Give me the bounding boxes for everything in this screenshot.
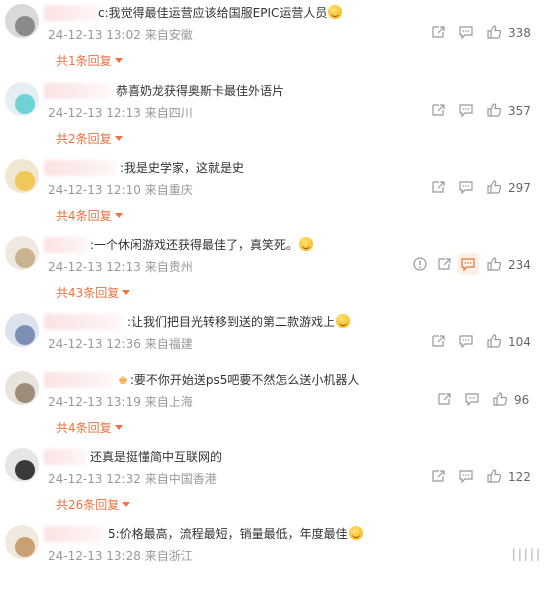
laugh-emoji-icon	[299, 237, 314, 251]
comment-text: c:我觉得最佳运营应该给国服EPIC运营人员	[98, 5, 343, 21]
comment-meta: 24-12-13 13:28 来自浙江	[48, 549, 193, 563]
replies-link[interactable]: 共2条回复	[56, 130, 123, 147]
replies-link[interactable]: 共4条回复	[56, 419, 123, 436]
like-count: 104	[508, 335, 531, 349]
like-icon[interactable]	[486, 102, 502, 118]
share-icon[interactable]	[430, 179, 446, 195]
comment-text: 5:价格最高，流程最短，销量最低，年度最佳	[108, 526, 363, 542]
avatar[interactable]	[5, 236, 39, 270]
comment-item: ♚:要不你开始送ps5吧要不然怎么送小机器人 24-12-13 13:19 来自…	[0, 367, 550, 444]
username-blurred[interactable]	[44, 314, 122, 330]
caret-down-icon	[114, 213, 123, 218]
comment-meta: 24-12-13 12:10 来自重庆	[48, 183, 193, 197]
caret-down-icon	[114, 58, 123, 63]
caret-down-icon	[114, 136, 123, 141]
like-count: 234	[508, 258, 531, 272]
share-icon[interactable]	[436, 391, 452, 407]
avatar[interactable]	[5, 159, 39, 193]
comment-actions: 234	[412, 253, 540, 276]
comment-icon[interactable]	[458, 333, 474, 349]
caret-down-icon	[122, 290, 131, 295]
avatar[interactable]	[5, 371, 39, 405]
comment-actions: 297	[430, 179, 540, 199]
username-blurred[interactable]	[44, 449, 86, 465]
watermark: |||||	[511, 547, 542, 561]
comment-meta: 24-12-13 13:19 来自上海	[48, 395, 193, 409]
like-icon[interactable]	[486, 256, 502, 272]
comment-meta: 24-12-13 12:13 来自四川	[48, 106, 193, 120]
smile-emoji-icon	[336, 314, 351, 328]
comment-icon[interactable]	[458, 468, 474, 484]
comment-actions: 122	[430, 468, 540, 488]
avatar[interactable]	[5, 313, 39, 347]
report-icon[interactable]	[412, 256, 428, 272]
like-icon[interactable]	[486, 468, 502, 484]
like-count: 297	[508, 181, 531, 195]
comment-text: 恭喜奶龙获得奥斯卡最佳外语片	[116, 84, 285, 98]
replies-link[interactable]: 共4条回复	[56, 207, 123, 224]
comment-item: :我是史学家，这就是史 24-12-13 12:10 来自重庆 共4条回复 29…	[0, 155, 550, 232]
like-icon[interactable]	[492, 391, 508, 407]
comment-text: :我是史学家，这就是史	[120, 161, 245, 175]
share-icon[interactable]	[430, 24, 446, 40]
like-icon[interactable]	[486, 24, 502, 40]
laugh-emoji-icon	[328, 5, 343, 19]
comment-meta: 24-12-13 12:32 来自中国香港	[48, 472, 217, 486]
comment-item: c:我觉得最佳运营应该给国服EPIC运营人员 24-12-13 13:02 来自…	[0, 0, 550, 77]
comment-actions: 96	[436, 391, 540, 411]
comment-actions: 104	[430, 333, 540, 353]
comment-meta: 24-12-13 13:02 来自安徽	[48, 28, 193, 42]
replies-link[interactable]: 共43条回复	[56, 284, 131, 301]
like-icon[interactable]	[486, 333, 502, 349]
comment-icon[interactable]	[464, 391, 480, 407]
username-blurred[interactable]	[44, 83, 110, 99]
comment-icon[interactable]	[458, 179, 474, 195]
comment-text: :一个休闲游戏还获得最佳了，真笑死。	[90, 237, 314, 253]
share-icon[interactable]	[430, 333, 446, 349]
comment-item: 还真是挺懂简中互联网的 24-12-13 12:32 来自中国香港 共26条回复…	[0, 444, 550, 521]
comment-text: 还真是挺懂简中互联网的	[90, 450, 223, 464]
like-count: 96	[514, 393, 530, 407]
comment-icon[interactable]	[460, 256, 476, 272]
username-blurred[interactable]	[44, 5, 99, 21]
replies-link[interactable]: 共26条回复	[56, 496, 131, 513]
comment-text: ♚:要不你开始送ps5吧要不然怎么送小机器人	[118, 373, 360, 387]
comment-text: :让我们把目光转移到送的第二款游戏上	[127, 314, 351, 330]
avatar[interactable]	[5, 4, 39, 38]
laugh-emoji-icon	[348, 526, 363, 540]
caret-down-icon	[122, 502, 131, 507]
like-count: 338	[508, 26, 531, 40]
avatar[interactable]	[5, 525, 39, 559]
avatar[interactable]	[5, 448, 39, 482]
comment-item: 5:价格最高，流程最短，销量最低，年度最佳 24-12-13 13:28 来自浙…	[0, 521, 550, 598]
like-icon[interactable]	[486, 179, 502, 195]
comment-item: 恭喜奶龙获得奥斯卡最佳外语片 24-12-13 12:13 来自四川 共2条回复…	[0, 78, 550, 155]
comment-actions: 357	[430, 102, 540, 122]
like-count: 122	[508, 470, 531, 484]
share-icon[interactable]	[430, 102, 446, 118]
comment-icon[interactable]	[458, 24, 474, 40]
share-icon[interactable]	[430, 468, 446, 484]
share-icon[interactable]	[436, 256, 452, 272]
comment-actions: 338	[430, 24, 540, 44]
replies-link[interactable]: 共1条回复	[56, 52, 123, 69]
comment-meta: 24-12-13 12:13 来自贵州	[48, 260, 193, 274]
comment-meta: 24-12-13 12:36 来自福建	[48, 337, 193, 351]
comment-icon[interactable]	[458, 102, 474, 118]
username-blurred[interactable]	[44, 372, 114, 388]
username-blurred[interactable]	[44, 160, 116, 176]
avatar[interactable]	[5, 82, 39, 116]
username-blurred[interactable]	[44, 237, 88, 253]
username-blurred[interactable]	[44, 526, 104, 542]
comment-item: :一个休闲游戏还获得最佳了，真笑死。 24-12-13 12:13 来自贵州 共…	[0, 232, 550, 309]
like-count: 357	[508, 104, 531, 118]
caret-down-icon	[114, 425, 123, 430]
crown-icon: ♚	[118, 374, 128, 387]
